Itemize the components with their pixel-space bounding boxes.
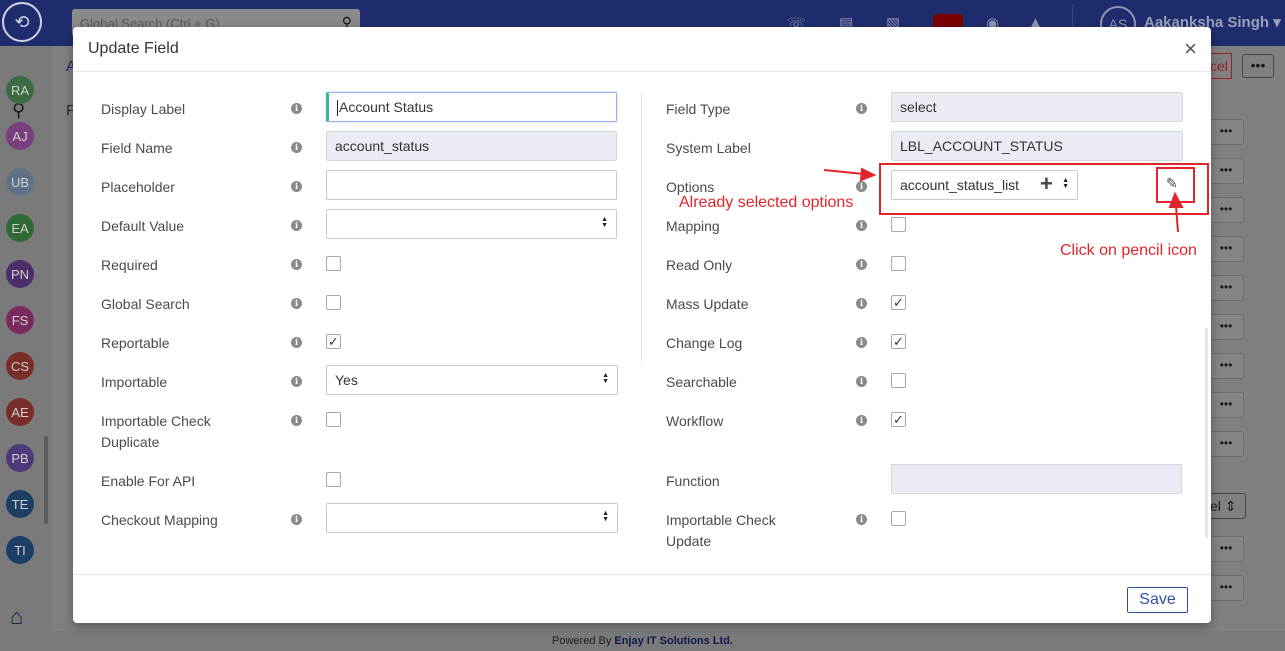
arrow-to-options bbox=[823, 169, 865, 175]
annotation-arrows bbox=[823, 167, 1184, 233]
arrow-to-pencil bbox=[1175, 205, 1179, 233]
arrow-head bbox=[1168, 191, 1184, 208]
arrow-head bbox=[859, 167, 877, 182]
